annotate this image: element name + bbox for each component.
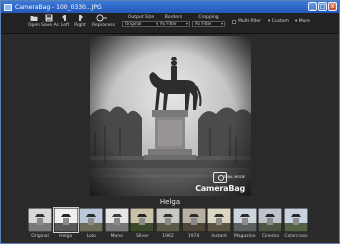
filter-thumbnail[interactable] xyxy=(52,207,79,233)
filter-name-label: Colorcross xyxy=(284,234,308,239)
app-window: CameraBag - 100_0330...JPG _ □ x Open Sa… xyxy=(0,0,340,244)
maximize-button[interactable]: □ xyxy=(318,2,327,11)
toolbar: Open Save As Left Right Reprocess Output… xyxy=(1,13,339,34)
filter-name-label: Instant xyxy=(211,234,228,239)
left-label: Left xyxy=(60,23,70,28)
right-label: Right xyxy=(74,23,86,28)
filter-name-label: Cinema xyxy=(261,234,279,239)
filter-thumbnail[interactable] xyxy=(79,208,104,232)
open-label: Open xyxy=(27,23,41,28)
more-dropdown[interactable]: ▾ More xyxy=(295,19,310,24)
output-size-select[interactable]: Original ▾ xyxy=(122,21,160,27)
chevron-down-icon: ▾ xyxy=(185,21,188,26)
save-as-button[interactable]: Save As xyxy=(41,14,59,28)
cropping-value: As Filter xyxy=(195,21,212,26)
chevron-down-icon: ▾ xyxy=(268,19,271,24)
minimize-button[interactable]: _ xyxy=(308,2,317,11)
filter-thumbnail[interactable] xyxy=(28,208,52,232)
app-icon xyxy=(4,3,12,11)
filter-thumbnail[interactable] xyxy=(258,208,283,232)
rotate-left-icon xyxy=(62,15,66,21)
filter-thumbnail[interactable] xyxy=(130,208,155,232)
close-button[interactable]: x xyxy=(328,2,337,11)
filter-thumbnail[interactable] xyxy=(181,208,206,232)
window-title: CameraBag - 100_0330...JPG xyxy=(15,3,102,11)
filter-thumbnail[interactable] xyxy=(232,208,257,232)
left-button[interactable]: Left xyxy=(57,14,73,28)
borders-select[interactable]: As Filter ▾ xyxy=(157,21,190,27)
rotate-right-icon xyxy=(79,15,83,21)
borders-label: Borders xyxy=(164,15,183,20)
cropping-label: Cropping xyxy=(198,15,219,20)
cropping-group: Cropping As Filter ▾ xyxy=(192,15,225,27)
watermark-name: CameraBag xyxy=(195,184,245,193)
more-label: More xyxy=(298,19,310,24)
filter-name-label: Magazine xyxy=(234,234,256,239)
right-button[interactable]: Right xyxy=(72,14,88,28)
multi-filter-label: Multi-filter xyxy=(238,19,262,24)
borders-value: As Filter xyxy=(160,21,177,26)
open-button[interactable]: Open xyxy=(26,14,42,28)
filter-name-label: Silver xyxy=(136,234,149,239)
photo-preview[interactable]: TRIAL MODE CameraBag xyxy=(90,36,251,196)
filter-name-label: Helga xyxy=(59,234,73,239)
output-size-label: Output Size xyxy=(127,15,155,20)
filter-name-label: 1974 xyxy=(187,234,200,239)
filter-name-label: Original xyxy=(31,234,49,239)
filter-name-label: Lolo xyxy=(86,234,96,239)
title-bar[interactable]: CameraBag - 100_0330...JPG _ □ x xyxy=(1,1,339,13)
folder-icon xyxy=(30,16,38,21)
save-as-label: Save As xyxy=(41,23,59,28)
watermark-tag: TRIAL MODE xyxy=(223,175,245,179)
chevron-down-icon: ▾ xyxy=(220,21,223,26)
reprocess-button[interactable]: Reprocess xyxy=(92,14,115,28)
filter-thumbnail[interactable] xyxy=(156,208,180,232)
reprocess-icon xyxy=(96,14,107,22)
checkbox-box[interactable] xyxy=(232,19,236,24)
multi-filter-checkbox[interactable]: Multi-filter xyxy=(232,19,261,24)
current-filter-label: Helga xyxy=(159,198,181,206)
filter-name-label: Mono xyxy=(110,234,123,239)
filter-thumbnail[interactable] xyxy=(104,208,129,232)
watermark: TRIAL MODE CameraBag xyxy=(195,172,245,193)
filter-strip: Original Helga Lolo Mono Silver 1962 1974 Insta… xyxy=(1,207,339,243)
borders-group: Borders As Filter ▾ xyxy=(157,15,190,27)
reprocess-label: Reprocess xyxy=(92,23,115,28)
filter-thumbnail[interactable] xyxy=(284,208,308,232)
output-size-value: Original xyxy=(125,21,142,26)
filter-name-label: 1962 xyxy=(162,234,174,239)
save-icon xyxy=(45,14,53,22)
filter-thumbnail[interactable] xyxy=(207,208,232,232)
chevron-down-icon: ▾ xyxy=(295,19,298,24)
cropping-select[interactable]: As Filter ▾ xyxy=(192,21,225,27)
custom-label: Custom xyxy=(271,19,289,24)
custom-dropdown[interactable]: ▾ Custom xyxy=(268,19,289,24)
output-size-group: Output Size Original ▾ xyxy=(122,15,160,27)
